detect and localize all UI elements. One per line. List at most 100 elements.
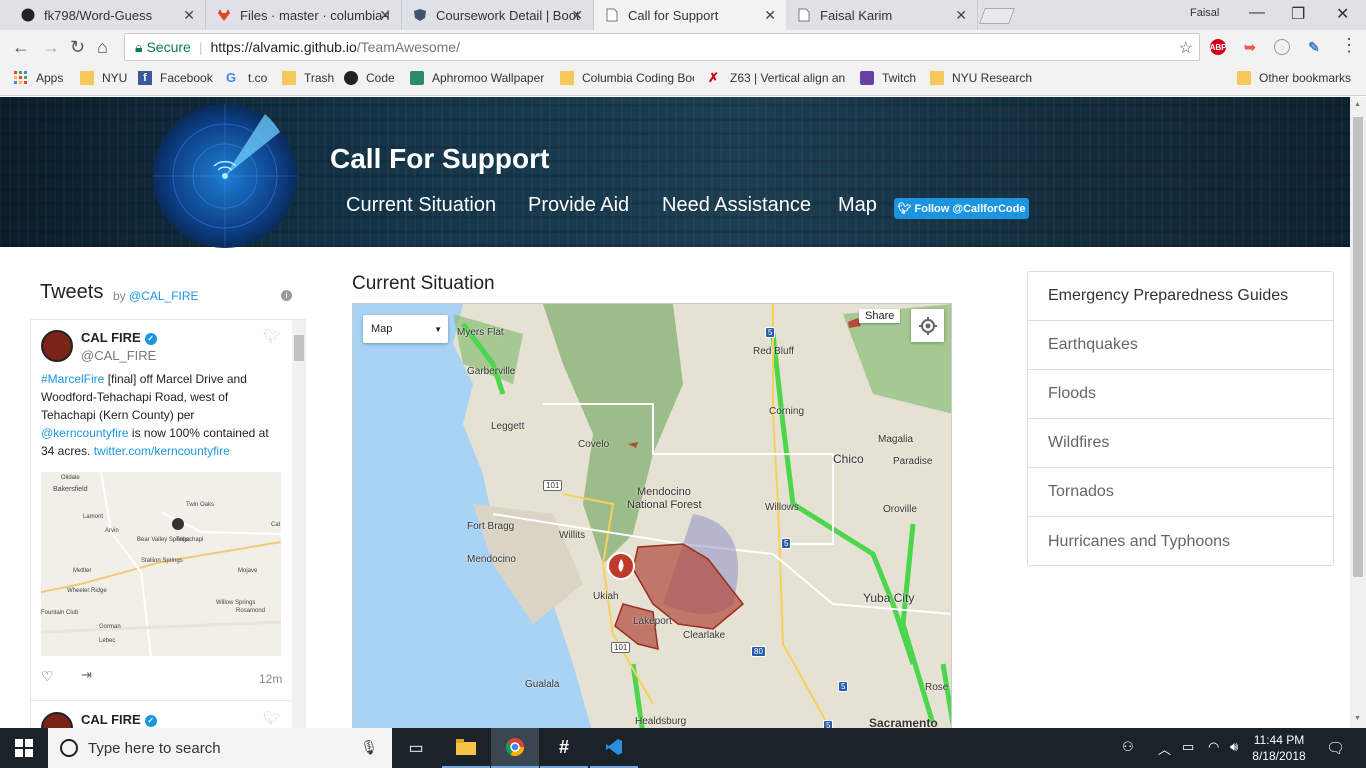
close-tab-icon[interactable]: ✕ [764,7,776,24]
avatar[interactable] [41,330,73,362]
guide-emergency-preparedness[interactable]: Emergency Preparedness Guides [1028,272,1333,321]
bookmark-columbia[interactable]: Columbia Coding Boo [560,71,694,85]
menu-icon[interactable]: ⋮ [1340,35,1358,56]
map-type-select[interactable]: Map ▼ [363,315,448,343]
tweet-author[interactable]: CAL FIRE ✓ [81,330,157,345]
share-icon[interactable]: ⇥ [81,667,92,683]
nav-map[interactable]: Map [838,194,877,217]
forward-icon[interactable]: → [42,37,60,58]
map-embed[interactable]: Myers Flat Garberville Red Bluff Leggett… [352,303,952,728]
bookmark-nyu-research[interactable]: NYU Research [930,71,1032,85]
other-bookmarks[interactable]: Other bookmarks [1237,71,1351,85]
slack-icon[interactable]: # [540,728,588,768]
chevron-up-icon[interactable]: ︿ [1158,739,1171,758]
adblock-icon[interactable]: ABP [1210,39,1226,55]
new-tab-button[interactable] [979,8,1015,24]
system-clock[interactable]: 11:44 PM 8/18/2018 [1244,732,1314,764]
follow-button[interactable]: 🐦︎ Follow @CallforCode [894,198,1029,219]
tweet-handle[interactable]: @CAL_FIRE [81,348,156,363]
my-location-button[interactable] [911,309,944,342]
file-explorer-icon[interactable] [442,728,490,768]
bookmark-label: Apps [36,71,64,85]
nav-need-assistance[interactable]: Need Assistance [662,194,811,217]
scroll-up-icon[interactable]: ▲ [1354,101,1361,108]
map-share-button[interactable]: Share [859,309,901,323]
bookmark-apps[interactable]: Apps [14,71,63,85]
bookmark-star-icon[interactable]: ☆ [1179,38,1193,58]
hero-banner: Call For Support Current Situation Provi… [0,97,1350,248]
bookmark-code[interactable]: Code [344,71,395,85]
tweet-url-link[interactable]: twitter.com/kerncountyfire [94,444,230,458]
bookmark-tco[interactable]: G t.co [226,71,267,86]
tweets-handle-link[interactable]: @CAL_FIRE [129,289,199,303]
chrome-icon[interactable] [491,728,539,768]
extension-arrow-icon[interactable]: ➥ [1242,39,1258,55]
tab-word-guess[interactable]: fk798/Word-Guess ✕ [10,0,206,30]
back-icon[interactable]: ← [12,37,30,58]
bookmark-trash[interactable]: Trash [282,71,334,85]
tab-title: fk798/Word-Guess [44,7,153,23]
nav-provide-aid[interactable]: Provide Aid [528,194,629,217]
map-label: Leggett [491,421,525,432]
bookmark-nyu[interactable]: NYU [80,71,127,85]
close-tab-icon[interactable]: ✕ [571,7,583,24]
start-button[interactable] [0,728,48,768]
page-scrollbar[interactable]: ▲ ▼ [1350,97,1366,728]
guide-wildfires[interactable]: Wildfires [1028,419,1333,468]
tweet-time[interactable]: 12m [259,672,282,686]
nav-current-situation[interactable]: Current Situation [346,194,496,217]
close-tab-icon[interactable]: ✕ [955,7,967,24]
bookmark-facebook[interactable]: f Facebook [138,71,213,85]
guide-earthquakes[interactable]: Earthquakes [1028,321,1333,370]
battery-icon[interactable]: ▭ [1182,739,1194,755]
site-title[interactable]: Call For Support [330,143,549,175]
info-icon[interactable]: i [281,290,292,301]
route-shield: 101 [543,480,563,491]
scroll-down-icon[interactable]: ▼ [1354,715,1361,722]
tab-faisal-karim[interactable]: Faisal Karim ✕ [786,0,978,30]
guide-tornados[interactable]: Tornados [1028,468,1333,517]
bookmark-aphromoo[interactable]: Aphromoo Wallpaper [410,71,546,85]
map-label: Fort Bragg [467,521,515,532]
people-icon[interactable]: ⚇ [1122,739,1134,755]
wifi-icon[interactable]: ◠ [1208,739,1219,755]
tweet-scrollbar[interactable] [292,320,306,728]
extension-circle-icon[interactable]: ◌ [1274,39,1290,55]
close-tab-icon[interactable]: ✕ [183,7,195,24]
tweet-map-image[interactable]: Oildale Bakersfield Twin Oaks Lamont Arv… [41,472,281,656]
tab-coursework-detail[interactable]: Coursework Detail | Boot ✕ [402,0,594,30]
profile-name[interactable]: Faisal [1190,7,1219,19]
tab-files-master[interactable]: Files · master · columbia-l ✕ [206,0,402,30]
home-icon[interactable]: ⌂ [97,37,108,58]
task-view-icon[interactable]: ▭ [392,728,440,768]
tab-call-for-support[interactable]: Call for Support ✕ [594,0,786,30]
twitter-bird-icon[interactable]: 🐦︎ [263,710,281,727]
guide-floods[interactable]: Floods [1028,370,1333,419]
folder-icon [930,71,944,85]
extension-tool-icon[interactable]: ✎ [1306,39,1322,55]
reload-icon[interactable]: ↻ [70,37,85,58]
close-window-icon[interactable]: ✕ [1336,4,1349,24]
minimize-icon[interactable]: — [1249,4,1265,22]
address-bar[interactable]: 🔒︎ Secure | https://alvamic.github.io/Te… [124,33,1200,61]
like-heart-icon[interactable]: ♡ [41,668,54,685]
guide-hurricanes-typhoons[interactable]: Hurricanes and Typhoons [1028,517,1333,566]
windows-taskbar: Type here to search 🎙︎ ▭ # ⚇ ︿ ▭ ◠ 🔊︎ 11… [0,728,1366,768]
taskbar-search[interactable]: Type here to search 🎙︎ [48,728,392,768]
hashtag-link[interactable]: #MarcelFire [41,372,104,386]
mention-link[interactable]: @kerncountyfire [41,426,129,440]
restore-icon[interactable]: ❐ [1291,4,1305,24]
vscode-icon[interactable] [590,728,638,768]
volume-icon[interactable]: 🔊︎ [1230,739,1238,755]
avatar[interactable] [41,712,73,728]
web-page: Call For Support Current Situation Provi… [0,97,1350,728]
verified-icon: ✓ [144,715,157,727]
notifications-icon[interactable]: 🗨︎ [1326,739,1345,757]
bookmark-z63[interactable]: ✗ Z63 | Vertical align an [708,71,848,86]
microphone-icon[interactable]: 🎙︎ [360,739,378,756]
twitter-bird-icon[interactable]: 🐦︎ [263,328,281,345]
close-tab-icon[interactable]: ✕ [379,7,391,24]
map-label: Red Bluff [753,346,794,357]
tweet-author[interactable]: CAL FIRE ✓ [81,712,157,727]
bookmark-twitch[interactable]: Twitch [860,71,916,85]
